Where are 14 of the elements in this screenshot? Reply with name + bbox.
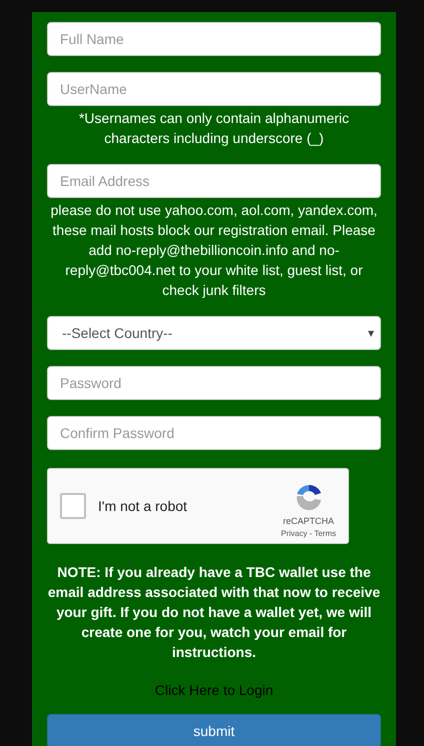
input-field[interactable]: Password: [47, 366, 381, 400]
input-field[interactable]: Confirm Password: [47, 416, 381, 450]
privacy-terms-link[interactable]: Privacy - Terms: [281, 529, 336, 538]
captcha-label: I'm not a robot: [98, 498, 188, 514]
recaptcha-label: reCAPTCHA: [283, 516, 334, 526]
captcha-checkbox[interactable]: [60, 493, 86, 519]
hint-text: *Usernames can only contain alphanumeric characters including underscore (_): [78, 109, 350, 148]
submit-button[interactable]: submit: [47, 714, 381, 746]
input-field[interactable]: Full Name: [47, 22, 381, 56]
input-field[interactable]: Email Address: [47, 164, 381, 198]
input-field[interactable]: UserName: [47, 72, 381, 106]
country-select[interactable]: --Select Country-- ▾: [47, 316, 381, 350]
hint-text: please do not use yahoo.com, aol.com, yandex.com, these mail hosts block our registration email. Please add no-reply@thebillioncoin.info and no-reply@tbc004.net to your white list, guest list, or check junk filters: [50, 201, 378, 300]
note-text: NOTE: If you already have a TBC wallet use the email address associated with that now to receive your gift. If you do not have a wallet yet, we will create one for you, watch your email for instructions.: [47, 563, 381, 662]
